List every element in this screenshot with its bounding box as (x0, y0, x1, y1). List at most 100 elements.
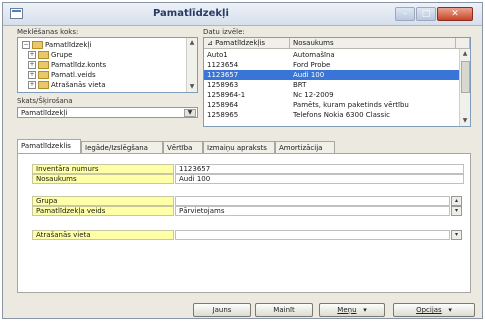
name-input[interactable]: Audi 100 (175, 174, 464, 184)
expand-icon[interactable]: + (28, 81, 36, 89)
table-row[interactable]: Auto1 Automašīna (204, 50, 462, 60)
table-row[interactable]: 1258963 BRT (204, 80, 462, 90)
tree-item-label: Pamatlīdz.konts (51, 61, 107, 69)
cell-name: Audi 100 (293, 71, 325, 79)
table-row[interactable]: 1123654 Ford Probe (204, 60, 462, 70)
cell-name: Pamēts, kuram paketinds vērtību (293, 101, 409, 109)
table-row-selected[interactable]: 1123657 Audi 100 (204, 70, 462, 80)
tab-amortization[interactable]: Amortizācija (275, 141, 335, 153)
edit-button[interactable]: Mainīt (255, 303, 313, 317)
tab-asset[interactable]: Pamatlīdzeklis (17, 139, 81, 154)
asset-type-input[interactable]: Pārvietojams (175, 206, 450, 216)
maximize-icon: □ (421, 9, 431, 19)
minimize-icon: – (402, 9, 408, 19)
scroll-up-icon[interactable]: ▲ (460, 50, 470, 57)
tree-item-type[interactable]: + Pamatl.veids (28, 70, 96, 80)
collapse-icon[interactable]: − (22, 41, 30, 49)
menu-button-label: Meņu (337, 306, 357, 314)
tree-label: Meklēšanas koks: (17, 28, 79, 36)
tree-item-label: Pamatlīdzekļi (45, 41, 92, 49)
table-row[interactable]: 1258964-1 Nc 12-2009 (204, 90, 462, 100)
spin-up-icon[interactable]: ▴ (451, 196, 462, 206)
folder-icon (38, 81, 49, 89)
close-icon: ✕ (451, 9, 459, 19)
group-input[interactable] (175, 196, 450, 206)
table-row[interactable]: 1258964 Pamēts, kuram paketinds vērtību (204, 100, 462, 110)
field-location: Atrašanās vieta (32, 230, 464, 240)
new-button[interactable]: Jauns (193, 303, 251, 317)
tree-item-label: Grupe (51, 51, 73, 59)
cell-id: 1258963 (207, 81, 239, 89)
cell-name: Nc 12-2009 (293, 91, 334, 99)
field-label: Grupa (32, 196, 174, 206)
asset-form-panel: Inventāra numurs 1123657 Nosaukums Audi … (17, 153, 471, 293)
column-header-id[interactable]: ⊿ Pamatlīdzekļis (204, 38, 290, 49)
options-button[interactable]: Opcijas ▾ (393, 303, 475, 317)
field-label: Pamatlīdzekļa veids (32, 206, 174, 216)
scroll-down-icon[interactable]: ▼ (460, 117, 470, 124)
column-header-label: Pamatlīdzekļis (215, 39, 266, 47)
scroll-thumb[interactable] (461, 61, 470, 93)
cell-id: 1258964-1 (207, 91, 246, 99)
tree-item-root[interactable]: − Pamatlīdzekļi (22, 40, 91, 50)
tree-item-group[interactable]: + Grupe (28, 50, 73, 60)
field-label: Atrašanās vieta (32, 230, 174, 240)
inventory-number-input[interactable]: 1123657 (175, 164, 464, 174)
folder-icon (32, 41, 43, 49)
cell-name: BRT (293, 81, 307, 89)
cell-name: Automašīna (293, 51, 335, 59)
tree-item-label: Pamatl.veids (51, 71, 96, 79)
cell-name: Telefons Nokia 6300 Classic (293, 111, 390, 119)
scroll-down-icon[interactable]: ▼ (187, 83, 197, 90)
folder-icon (38, 51, 49, 59)
list-scrollbar[interactable]: ▲ ▼ (459, 49, 470, 126)
minimize-button[interactable]: – (395, 7, 415, 21)
list-label: Datu izvēle: (203, 28, 245, 36)
location-input[interactable] (175, 230, 450, 240)
tab-value[interactable]: Vērtība (163, 141, 203, 153)
cell-id: 1258965 (207, 111, 239, 119)
tab-change-log[interactable]: Izmaiņu apraksts (203, 141, 275, 153)
cell-id: 1123657 (207, 71, 239, 79)
column-header-name[interactable]: Nosaukums (290, 38, 456, 49)
sort-select-value: Pamatlīdzekļi (21, 109, 68, 117)
field-label: Nosaukums (32, 174, 174, 184)
sort-label: Skats/Šķirošana (17, 97, 73, 105)
tab-strip: Pamatlīdzeklis Iegāde/Izslēgšana Vērtība… (17, 139, 471, 154)
sort-arrow-icon: ⊿ (207, 39, 216, 47)
cell-name: Ford Probe (293, 61, 331, 69)
tree-item-label: Atrašanās vieta (51, 81, 106, 89)
menu-button[interactable]: Meņu ▾ (319, 303, 385, 317)
folder-icon (38, 61, 49, 69)
dropdown-arrow-icon[interactable]: ▼ (184, 109, 196, 117)
window-title: Pamatlīdzekļi (153, 8, 229, 19)
expand-icon[interactable]: + (28, 51, 36, 59)
app-icon (10, 8, 23, 19)
sort-select[interactable]: Pamatlīdzekļi ▼ (17, 107, 198, 118)
folder-icon (38, 71, 49, 79)
field-name: Nosaukums Audi 100 (32, 174, 464, 184)
table-row[interactable]: 1258965 Telefons Nokia 6300 Classic (204, 110, 462, 120)
location-dropdown-icon[interactable]: ▾ (451, 230, 462, 240)
cell-id: Auto1 (207, 51, 228, 59)
tree-item-location[interactable]: + Atrašanās vieta (28, 80, 106, 90)
maximize-button[interactable]: □ (416, 7, 436, 21)
cell-id: 1123654 (207, 61, 239, 69)
dropdown-arrow-icon: ▾ (443, 306, 452, 314)
scroll-up-icon[interactable]: ▲ (187, 39, 197, 46)
data-list[interactable]: ⊿ Pamatlīdzekļis Nosaukums Auto1 Automašī… (203, 37, 471, 127)
spin-down-icon[interactable]: ▾ (451, 206, 462, 216)
tree-scrollbar[interactable]: ▲ ▼ (186, 38, 197, 92)
expand-icon[interactable]: + (28, 71, 36, 79)
tab-acquisition[interactable]: Iegāde/Izslēgšana (81, 141, 163, 153)
close-button[interactable]: ✕ (437, 7, 473, 21)
tree-item-account[interactable]: + Pamatlīdz.konts (28, 60, 106, 70)
search-tree[interactable]: − Pamatlīdzekļi + Grupe + Pamatlīdz.konts +… (17, 37, 198, 93)
expand-icon[interactable]: + (28, 61, 36, 69)
field-group: Grupa (32, 196, 464, 206)
field-label: Inventāra numurs (32, 164, 174, 174)
dropdown-arrow-icon: ▾ (358, 306, 367, 314)
field-inventory-number: Inventāra numurs 1123657 (32, 164, 464, 174)
title-bar[interactable]: Pamatlīdzekļi – □ ✕ (3, 3, 482, 26)
field-asset-type: Pamatlīdzekļa veids Pārvietojams (32, 206, 464, 216)
